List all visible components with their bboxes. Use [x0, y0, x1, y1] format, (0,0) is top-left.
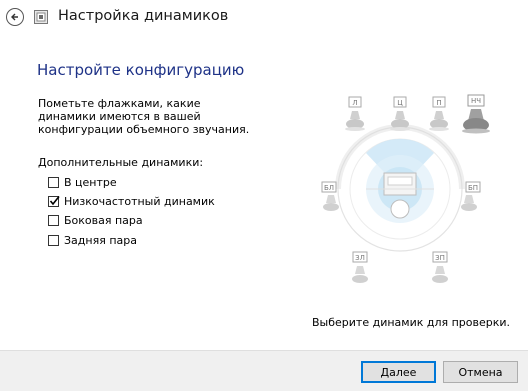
svg-text:БП: БП	[468, 184, 478, 192]
speaker-setup-icon	[33, 9, 49, 25]
cancel-button[interactable]: Отмена	[443, 361, 518, 383]
checkbox-center[interactable]: В центре	[48, 174, 117, 190]
test-speaker-hint: Выберите динамик для проверки.	[312, 316, 511, 329]
speaker-front-right-icon[interactable]: П	[429, 96, 449, 131]
checkbox-side-pair[interactable]: Боковая пара	[48, 212, 143, 228]
checkbox-subwoofer[interactable]: Низкочастотный динамик	[48, 193, 215, 209]
svg-text:Ц: Ц	[397, 99, 403, 107]
checkbox-label: В центре	[64, 175, 117, 189]
instructions-text: Пометьте флажками, какие динамики имеютс…	[38, 97, 250, 136]
subwoofer-icon[interactable]: НЧ	[462, 94, 490, 134]
speaker-layout-diagram: Л Ц П НЧ БЛ БП ЗЛ ЗП	[321, 94, 490, 283]
window-title: Настройка динамиков	[58, 8, 229, 24]
checkbox-box[interactable]	[48, 176, 59, 188]
title-bar: Настройка динамиков	[0, 0, 528, 36]
next-button[interactable]: Далее	[361, 361, 436, 383]
svg-text:П: П	[436, 99, 441, 107]
listener-icon	[390, 199, 410, 219]
checkbox-box[interactable]	[48, 195, 60, 207]
checkbox-rear-pair[interactable]: Задняя пара	[48, 232, 137, 248]
svg-text:ЗП: ЗП	[435, 254, 445, 262]
back-arrow-icon[interactable]	[6, 8, 24, 26]
checkbox-label: Низкочастотный динамик	[64, 194, 215, 208]
checkmark-icon	[49, 195, 60, 205]
speaker-side-left-icon[interactable]: БЛ	[321, 181, 339, 211]
svg-text:Л: Л	[352, 99, 357, 107]
extra-speakers-label: Дополнительные динамики:	[38, 156, 204, 169]
speaker-center-icon[interactable]: Ц	[390, 96, 410, 131]
page-title: Настройте конфигурацию	[37, 61, 245, 79]
checkbox-label: Боковая пара	[64, 213, 143, 227]
checkbox-box[interactable]	[48, 214, 59, 226]
svg-text:БЛ: БЛ	[324, 184, 334, 192]
speaker-front-left-icon[interactable]: Л	[345, 96, 365, 131]
svg-text:ЗЛ: ЗЛ	[355, 254, 365, 262]
checkbox-label: Задняя пара	[64, 233, 137, 247]
speaker-rear-left-icon[interactable]: ЗЛ	[352, 251, 368, 283]
footer-bar: Далее Отмена	[0, 350, 528, 391]
speaker-rear-right-icon[interactable]: ЗП	[432, 251, 448, 283]
checkbox-box[interactable]	[48, 234, 59, 246]
svg-text:НЧ: НЧ	[471, 97, 481, 105]
